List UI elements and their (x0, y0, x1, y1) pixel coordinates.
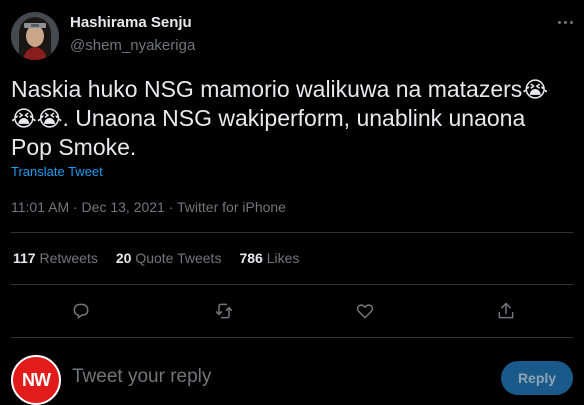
divider (11, 337, 573, 338)
tweet-body: Naskia huko NSG mamorio walikuwa na mata… (11, 75, 571, 161)
author-name[interactable]: Hashirama Senju (70, 14, 192, 31)
tweet-stats: 117 Retweets 20 Quote Tweets 786 Likes (13, 250, 299, 266)
retweets-stat[interactable]: 117 Retweets (13, 250, 98, 266)
like-icon[interactable] (352, 298, 378, 324)
tweet-timestamp[interactable]: 11:01 AM · Dec 13, 2021 · Twitter for iP… (11, 199, 286, 215)
share-icon[interactable] (493, 298, 519, 324)
retweets-count: 117 (13, 250, 36, 266)
likes-count: 786 (239, 250, 263, 266)
translate-tweet-link[interactable]: Translate Tweet (11, 164, 103, 179)
avatar-image (11, 12, 59, 60)
crying-emoji: 😭 (36, 106, 63, 131)
author-handle[interactable]: @shem_nyakeriga (70, 37, 195, 54)
quotes-count: 20 (115, 250, 132, 266)
retweets-label: Retweets (39, 250, 98, 266)
tweet-line-1: Naskia huko NSG mamorio walikuwa na mata… (11, 76, 523, 102)
more-icon[interactable] (558, 14, 578, 30)
likes-label: Likes (266, 250, 300, 266)
author-avatar[interactable] (11, 12, 59, 60)
likes-stat[interactable]: 786 Likes (239, 250, 299, 266)
crying-emoji: 😭 (11, 106, 37, 131)
quotes-label: Quote Tweets (135, 250, 222, 266)
reply-input[interactable]: Tweet your reply (72, 366, 211, 388)
divider (11, 284, 573, 285)
crying-emoji: 😭 (522, 77, 549, 102)
reply-icon[interactable] (68, 298, 94, 324)
retweet-icon[interactable] (211, 298, 237, 324)
quotes-stat[interactable]: 20 Quote Tweets (116, 250, 222, 266)
action-bar (0, 298, 584, 324)
tweet-line-2: . Unaona NSG wakiperform, unablink unaon… (62, 105, 526, 131)
tweet-line-3: Pop Smoke. (11, 134, 137, 160)
divider (11, 232, 573, 233)
reply-user-avatar[interactable]: NW (11, 355, 61, 405)
reply-button[interactable]: Reply (501, 361, 573, 395)
